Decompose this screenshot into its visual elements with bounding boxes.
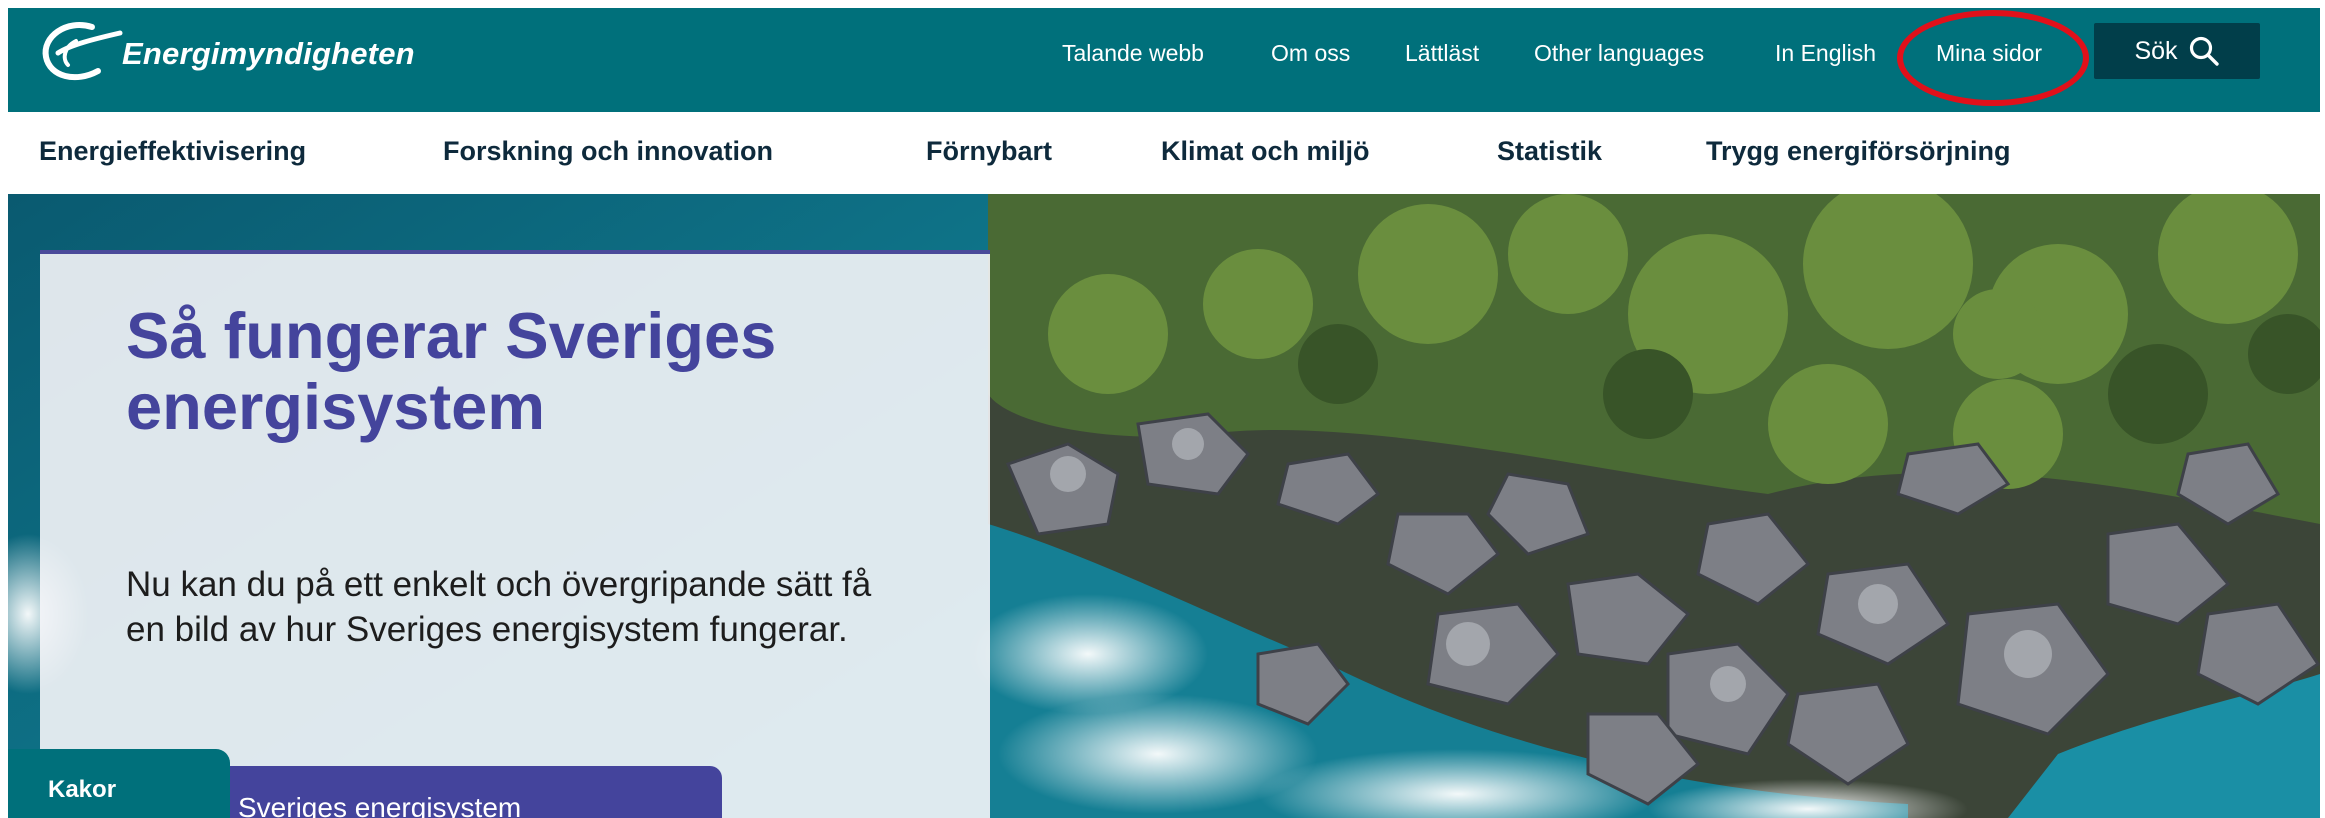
cookie-settings-tab[interactable]: Kakor: [8, 749, 230, 818]
util-link-other-languages[interactable]: Other languages: [1534, 40, 1704, 67]
nav-trygg-energiforsorjning[interactable]: Trygg energiförsörjning: [1706, 136, 2011, 167]
logo-swoosh-icon: [42, 22, 123, 81]
hero-description: Nu kan du på ett enkelt och övergripande…: [126, 565, 872, 649]
hero-title: Så fungerar Sveriges energisystem: [126, 299, 777, 443]
search-label: Sök: [2134, 36, 2178, 65]
util-link-om-oss[interactable]: Om oss: [1271, 40, 1350, 67]
nav-statistik[interactable]: Statistik: [1497, 136, 1602, 167]
search-button[interactable]: Sök: [2094, 23, 2260, 79]
util-link-talande-webb[interactable]: Talande webb: [1062, 40, 1204, 67]
nav-fornybart[interactable]: Förnybart: [926, 136, 1052, 167]
util-link-lattlast[interactable]: Lättläst: [1405, 40, 1479, 67]
red-highlight-circle: [1897, 10, 2089, 106]
search-icon: [2189, 36, 2219, 66]
util-link-in-english[interactable]: In English: [1775, 40, 1876, 67]
site-logo[interactable]: Energimyndigheten: [36, 14, 415, 94]
hero-cta-button[interactable]: Sveriges energisystem: [208, 766, 722, 818]
nav-energieffektivisering[interactable]: Energieffektivisering: [39, 136, 306, 167]
nav-klimat-och-miljo[interactable]: Klimat och miljö: [1161, 136, 1370, 167]
nav-forskning-och-innovation[interactable]: Forskning och innovation: [443, 136, 773, 167]
logo-text: Energimyndigheten: [122, 36, 415, 71]
